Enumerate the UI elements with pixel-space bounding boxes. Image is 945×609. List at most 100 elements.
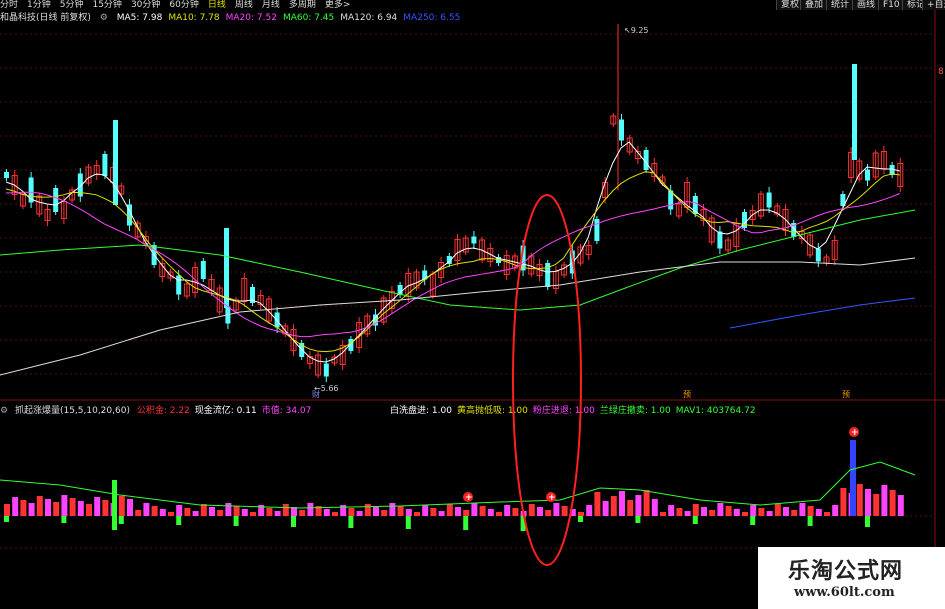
indicator-bar (528, 504, 535, 516)
indicator-bar-neg (118, 516, 124, 524)
indicator-bar (446, 504, 453, 516)
indicator-bar (832, 505, 839, 516)
indicator-bar (750, 505, 757, 516)
indicator-bar (676, 508, 683, 516)
indicator-bar (479, 506, 486, 516)
indicator-bar (578, 512, 584, 516)
indicator-bar (635, 495, 642, 516)
indicator-bar (881, 485, 888, 516)
indicator-bar (873, 494, 880, 516)
indicator-bar (709, 510, 716, 516)
plus-marker-text: + (548, 493, 556, 503)
candle-body (852, 64, 857, 160)
mav1-line (0, 461, 916, 509)
indicator-bar-neg (692, 516, 698, 524)
indicator-bar (733, 509, 740, 516)
indicator-bar-neg (348, 516, 354, 528)
indicator-bar-neg (807, 516, 813, 526)
indicator-bar (701, 507, 707, 516)
indicator-bar (323, 509, 330, 516)
right-axis-label: 8 (938, 67, 944, 77)
candle-body (323, 363, 329, 377)
indicator-bar (660, 512, 666, 516)
indicator-bar (225, 503, 232, 516)
high-price-label: ↖9.25 (624, 26, 649, 35)
indicator-bar (537, 507, 543, 516)
candle-body (53, 188, 59, 212)
indicator-bar (897, 495, 904, 516)
plus-marker-text: + (851, 428, 859, 438)
kline-chart[interactable]: ↖9.25←5.668财预预+ ++ (0, 0, 945, 609)
indicator-bar (282, 504, 289, 516)
indicator-bar (783, 507, 789, 516)
event-marker-1: 预 (683, 389, 691, 399)
indicator-bar (364, 504, 371, 516)
indicator-bar (742, 512, 748, 516)
indicator-bar (151, 506, 158, 516)
indicator-bar (192, 511, 199, 516)
indicator-bar (414, 512, 420, 516)
indicator-bar (61, 495, 68, 516)
watermark-title: 乐淘公式网 (788, 559, 904, 584)
indicator-bar (233, 506, 240, 516)
indicator-bar (389, 503, 396, 516)
indicator-bar (209, 507, 215, 516)
indicator-bar-neg (635, 516, 641, 523)
watermark-logo: 乐淘公式网 www.60lt.com (758, 547, 945, 609)
indicator-bar (94, 497, 101, 516)
indicator-bar (717, 503, 724, 516)
indicator-bar (725, 506, 732, 516)
indicator-bar-neg (865, 516, 870, 527)
indicator-bar (77, 501, 84, 516)
candle-body (815, 248, 821, 262)
indicator-bar (815, 509, 822, 516)
indicator-bar (266, 508, 273, 516)
indicator-bar (496, 512, 502, 516)
candle-body (619, 119, 624, 141)
indicator-bar-neg (61, 516, 67, 523)
indicator-bar (69, 498, 76, 516)
indicator-bar (143, 503, 150, 516)
candle-body (224, 228, 229, 308)
indicator-bar-neg (291, 516, 296, 527)
ma250-line (729, 297, 916, 329)
indicator-bar (241, 509, 248, 516)
candle-body (717, 231, 723, 249)
indicator-bar (668, 505, 675, 516)
candle-body (176, 275, 182, 295)
indicator-bar (512, 508, 519, 516)
indicator-bar (594, 492, 601, 516)
indicator-bar (86, 504, 92, 516)
indicator-bar (299, 510, 306, 516)
indicator-bar (176, 505, 183, 516)
indicator-bar (619, 491, 625, 516)
indicator-bar (766, 511, 773, 516)
indicator-bar (865, 489, 871, 516)
indicator-bar (430, 508, 437, 516)
indicator-bar (684, 511, 691, 516)
indicator-bar (643, 490, 650, 516)
candle-body (200, 261, 206, 279)
indicator-bar (840, 488, 847, 516)
indicator-bar (397, 506, 404, 516)
indicator-bar-neg (233, 516, 239, 526)
indicator-bar (28, 503, 35, 516)
ma20-line (5, 191, 900, 338)
event-marker-2: 预 (842, 389, 850, 399)
indicator-bar (422, 505, 429, 516)
indicator-bar (112, 480, 117, 530)
plus-marker-text: + (465, 493, 473, 503)
indicator-bar (36, 496, 43, 516)
indicator-bar (200, 504, 207, 516)
indicator-bar (471, 503, 478, 516)
candle-body (102, 154, 108, 176)
indicator-bar (348, 508, 355, 516)
candle-body (865, 169, 870, 181)
indicator-bar (463, 510, 470, 516)
indicator-bar-neg (463, 516, 469, 530)
indicator-bar (438, 511, 445, 516)
indicator-bar (758, 508, 765, 516)
indicator-bar (168, 512, 174, 516)
indicator-bar (774, 504, 781, 516)
indicator-bar (373, 507, 379, 516)
